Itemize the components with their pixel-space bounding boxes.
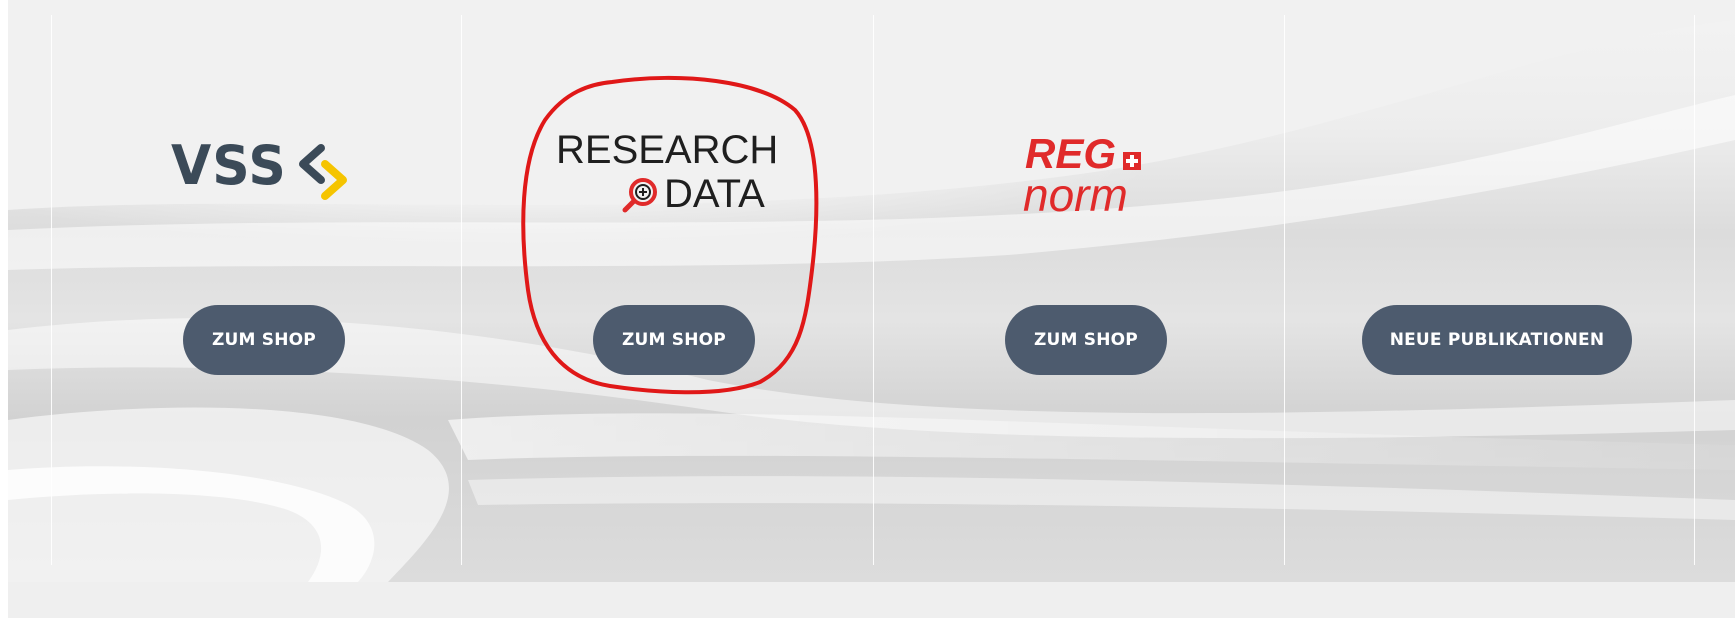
chevron-arrows-icon	[299, 144, 347, 200]
neue-publikationen-button[interactable]: NEUE PUBLIKATIONEN	[1362, 305, 1632, 375]
footer-band	[8, 582, 1735, 618]
zum-shop-button[interactable]: ZUM SHOP	[593, 305, 755, 375]
column-publications: NEUE PUBLIKATIONEN	[1284, 0, 1695, 582]
zum-shop-button[interactable]: ZUM SHOP	[1005, 305, 1167, 375]
research-logo-line1: RESEARCH	[556, 128, 779, 172]
vss-logo-text: VSS	[171, 134, 287, 198]
vss-logo[interactable]: VSS	[171, 132, 351, 212]
research-data-logo[interactable]: RESEARCH DATA	[556, 128, 786, 228]
regnorm-logo-line2: norm	[1023, 169, 1128, 221]
column-research-data: RESEARCH DATA ZUM SHOP	[461, 0, 872, 582]
research-logo-line2: DATA	[664, 172, 765, 216]
hero-banner: VSS ZUM SHOP RESEARCH DATA ZUM SHOP REG	[8, 0, 1735, 582]
regnorm-logo[interactable]: REG norm	[1023, 130, 1163, 230]
column-regnorm: REG norm ZUM SHOP	[873, 0, 1284, 582]
zum-shop-button[interactable]: ZUM SHOP	[183, 305, 345, 375]
magnifier-plus-icon	[622, 178, 657, 213]
column-vss: VSS ZUM SHOP	[51, 0, 462, 582]
